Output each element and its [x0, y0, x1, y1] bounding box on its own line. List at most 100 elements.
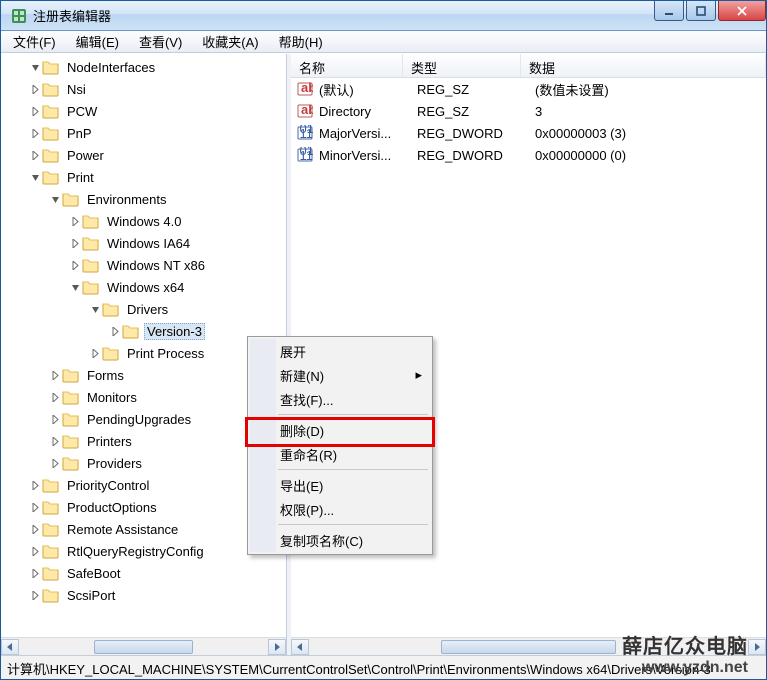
tree-item[interactable]: Providers	[1, 452, 286, 474]
tree-item[interactable]: Windows IA64	[1, 232, 286, 254]
tree-item-label: PendingUpgrades	[84, 411, 194, 428]
tree-item[interactable]: Forms	[1, 364, 286, 386]
tree-item-label: Windows 4.0	[104, 213, 184, 230]
tree-item[interactable]: Printers	[1, 430, 286, 452]
menu-permissions[interactable]: 权限(P)...	[250, 497, 430, 521]
tree-item[interactable]: Power	[1, 144, 286, 166]
tree-item-label: Windows x64	[104, 279, 187, 296]
tree-item[interactable]: RtlQueryRegistryConfig	[1, 540, 286, 562]
expand-icon[interactable]	[29, 545, 41, 557]
expand-icon[interactable]	[29, 83, 41, 95]
value-row[interactable]: MinorVersi...REG_DWORD0x00000000 (0)	[291, 144, 766, 166]
tree-item[interactable]: Windows 4.0	[1, 210, 286, 232]
menu-export[interactable]: 导出(E)	[250, 473, 430, 497]
tree-item[interactable]: PendingUpgrades	[1, 408, 286, 430]
tree-item[interactable]: PnP	[1, 122, 286, 144]
menu-file[interactable]: 文件(F)	[5, 30, 64, 53]
value-type: REG_SZ	[409, 82, 527, 97]
titlebar[interactable]: 注册表编辑器	[1, 1, 766, 31]
tree-item[interactable]: Environments	[1, 188, 286, 210]
col-name[interactable]: 名称	[291, 54, 403, 77]
scroll-left-button[interactable]	[1, 639, 19, 655]
expand-icon[interactable]	[49, 413, 61, 425]
menu-view[interactable]: 查看(V)	[131, 30, 190, 53]
tree-item-label: Forms	[84, 367, 127, 384]
string-value-icon	[297, 81, 313, 97]
menubar: 文件(F) 编辑(E) 查看(V) 收藏夹(A) 帮助(H)	[1, 31, 766, 53]
menu-delete[interactable]: 删除(D)	[250, 418, 430, 442]
tree-item[interactable]: Print	[1, 166, 286, 188]
close-button[interactable]	[718, 1, 766, 21]
expand-icon[interactable]	[49, 391, 61, 403]
expand-icon[interactable]	[49, 457, 61, 469]
expand-icon[interactable]	[29, 127, 41, 139]
tree-item[interactable]: Nsi	[1, 78, 286, 100]
value-row[interactable]: (默认)REG_SZ(数值未设置)	[291, 78, 766, 100]
collapse-icon[interactable]	[89, 303, 101, 315]
tree-item[interactable]: Monitors	[1, 386, 286, 408]
tree-item[interactable]: PriorityControl	[1, 474, 286, 496]
col-type[interactable]: 类型	[403, 54, 521, 77]
tree-item-label: Print	[64, 169, 97, 186]
tree-item-label: Providers	[84, 455, 145, 472]
tree-item-label: Remote Assistance	[64, 521, 181, 538]
tree-item[interactable]: Version-3	[1, 320, 286, 342]
menu-copy-key-name[interactable]: 复制项名称(C)	[250, 528, 430, 552]
tree-item-label: PriorityControl	[64, 477, 152, 494]
collapse-icon[interactable]	[69, 281, 81, 293]
tree-hscrollbar[interactable]	[1, 637, 286, 655]
registry-tree[interactable]: NodeInterfacesNsiPCW PnP Power Print Environ…	[1, 54, 286, 637]
expand-icon[interactable]	[29, 501, 41, 513]
scroll-right-button[interactable]	[748, 639, 766, 655]
tree-item[interactable]: Windows NT x86	[1, 254, 286, 276]
tree-item[interactable]: NodeInterfaces	[1, 56, 286, 78]
tree-item[interactable]: ProductOptions	[1, 496, 286, 518]
minimize-button[interactable]	[654, 1, 684, 21]
column-header[interactable]: 名称 类型 数据	[291, 54, 766, 78]
tree-item[interactable]: SafeBoot	[1, 562, 286, 584]
expand-icon[interactable]	[69, 237, 81, 249]
tree-item[interactable]: Remote Assistance	[1, 518, 286, 540]
expand-icon[interactable]	[29, 567, 41, 579]
dword-value-icon	[297, 125, 313, 141]
menu-expand[interactable]: 展开	[250, 339, 430, 363]
expand-icon[interactable]	[109, 325, 121, 337]
expand-icon[interactable]	[29, 589, 41, 601]
menu-edit[interactable]: 编辑(E)	[68, 30, 127, 53]
expand-icon[interactable]	[29, 479, 41, 491]
menu-find[interactable]: 查找(F)...	[250, 387, 430, 411]
maximize-button[interactable]	[686, 1, 716, 21]
tree-item-label: ScsiPort	[64, 587, 118, 604]
tree-item-label: Printers	[84, 433, 135, 450]
tree-item[interactable]: Windows x64	[1, 276, 286, 298]
collapse-icon[interactable]	[29, 171, 41, 183]
menu-favorites[interactable]: 收藏夹(A)	[194, 30, 266, 53]
menu-rename[interactable]: 重命名(R)	[250, 442, 430, 466]
menu-new[interactable]: 新建(N)▸	[250, 363, 430, 387]
expand-icon[interactable]	[69, 215, 81, 227]
expand-icon[interactable]	[49, 369, 61, 381]
scroll-left-button[interactable]	[291, 639, 309, 655]
tree-item-label: Windows IA64	[104, 235, 193, 252]
expand-icon[interactable]	[89, 347, 101, 359]
values-hscrollbar[interactable]	[291, 637, 766, 655]
expand-icon[interactable]	[29, 149, 41, 161]
tree-item[interactable]: Drivers	[1, 298, 286, 320]
value-row[interactable]: MajorVersi...REG_DWORD0x00000003 (3)	[291, 122, 766, 144]
scroll-right-button[interactable]	[268, 639, 286, 655]
expand-icon[interactable]	[29, 523, 41, 535]
collapse-icon[interactable]	[29, 61, 41, 73]
expand-icon[interactable]	[69, 259, 81, 271]
value-row[interactable]: DirectoryREG_SZ3	[291, 100, 766, 122]
col-data[interactable]: 数据	[521, 54, 766, 77]
tree-item[interactable]: ScsiPort	[1, 584, 286, 606]
expand-icon[interactable]	[29, 105, 41, 117]
menu-separator	[278, 469, 428, 470]
menu-help[interactable]: 帮助(H)	[271, 30, 331, 53]
collapse-icon[interactable]	[49, 193, 61, 205]
tree-item-label: PnP	[64, 125, 95, 142]
tree-item[interactable]: Print Process	[1, 342, 286, 364]
menu-separator	[278, 414, 428, 415]
expand-icon[interactable]	[49, 435, 61, 447]
tree-item[interactable]: PCW	[1, 100, 286, 122]
